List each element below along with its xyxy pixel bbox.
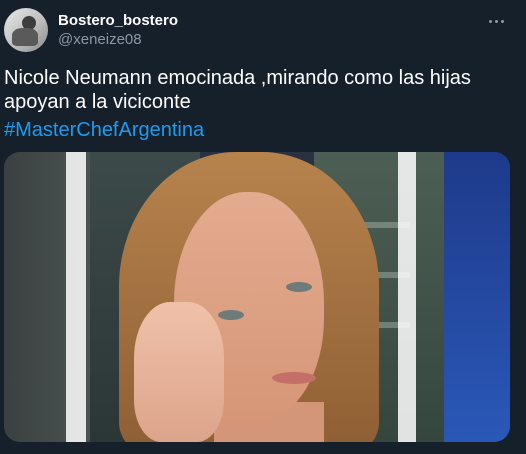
tweet-card: Bostero_bostero @xeneize08 Nicole Neuman…: [0, 0, 526, 454]
more-dot: [500, 19, 504, 23]
more-dot: [494, 19, 498, 23]
author-info: Bostero_bostero @xeneize08: [58, 12, 178, 50]
hashtag-link[interactable]: #MasterChefArgentina: [4, 118, 204, 142]
more-options-icon[interactable]: [484, 12, 508, 30]
author-handle[interactable]: @xeneize08: [58, 30, 178, 50]
avatar-body-shape: [12, 28, 38, 46]
media-eye-shape: [218, 310, 244, 320]
more-dot: [488, 19, 492, 23]
media-mouth-shape: [272, 372, 316, 384]
media-eye-shape: [286, 282, 312, 292]
media-background-stripe: [66, 152, 86, 442]
tweet-text: Nicole Neumann emocinada ,mirando como l…: [4, 67, 471, 113]
media-hand-shape: [134, 302, 224, 442]
avatar[interactable]: [4, 8, 48, 52]
media-background-blue-panel: [444, 152, 510, 442]
author-display-name[interactable]: Bostero_bostero: [58, 12, 178, 30]
tweet-media-image[interactable]: [4, 152, 510, 442]
media-background-stripe: [398, 152, 416, 442]
